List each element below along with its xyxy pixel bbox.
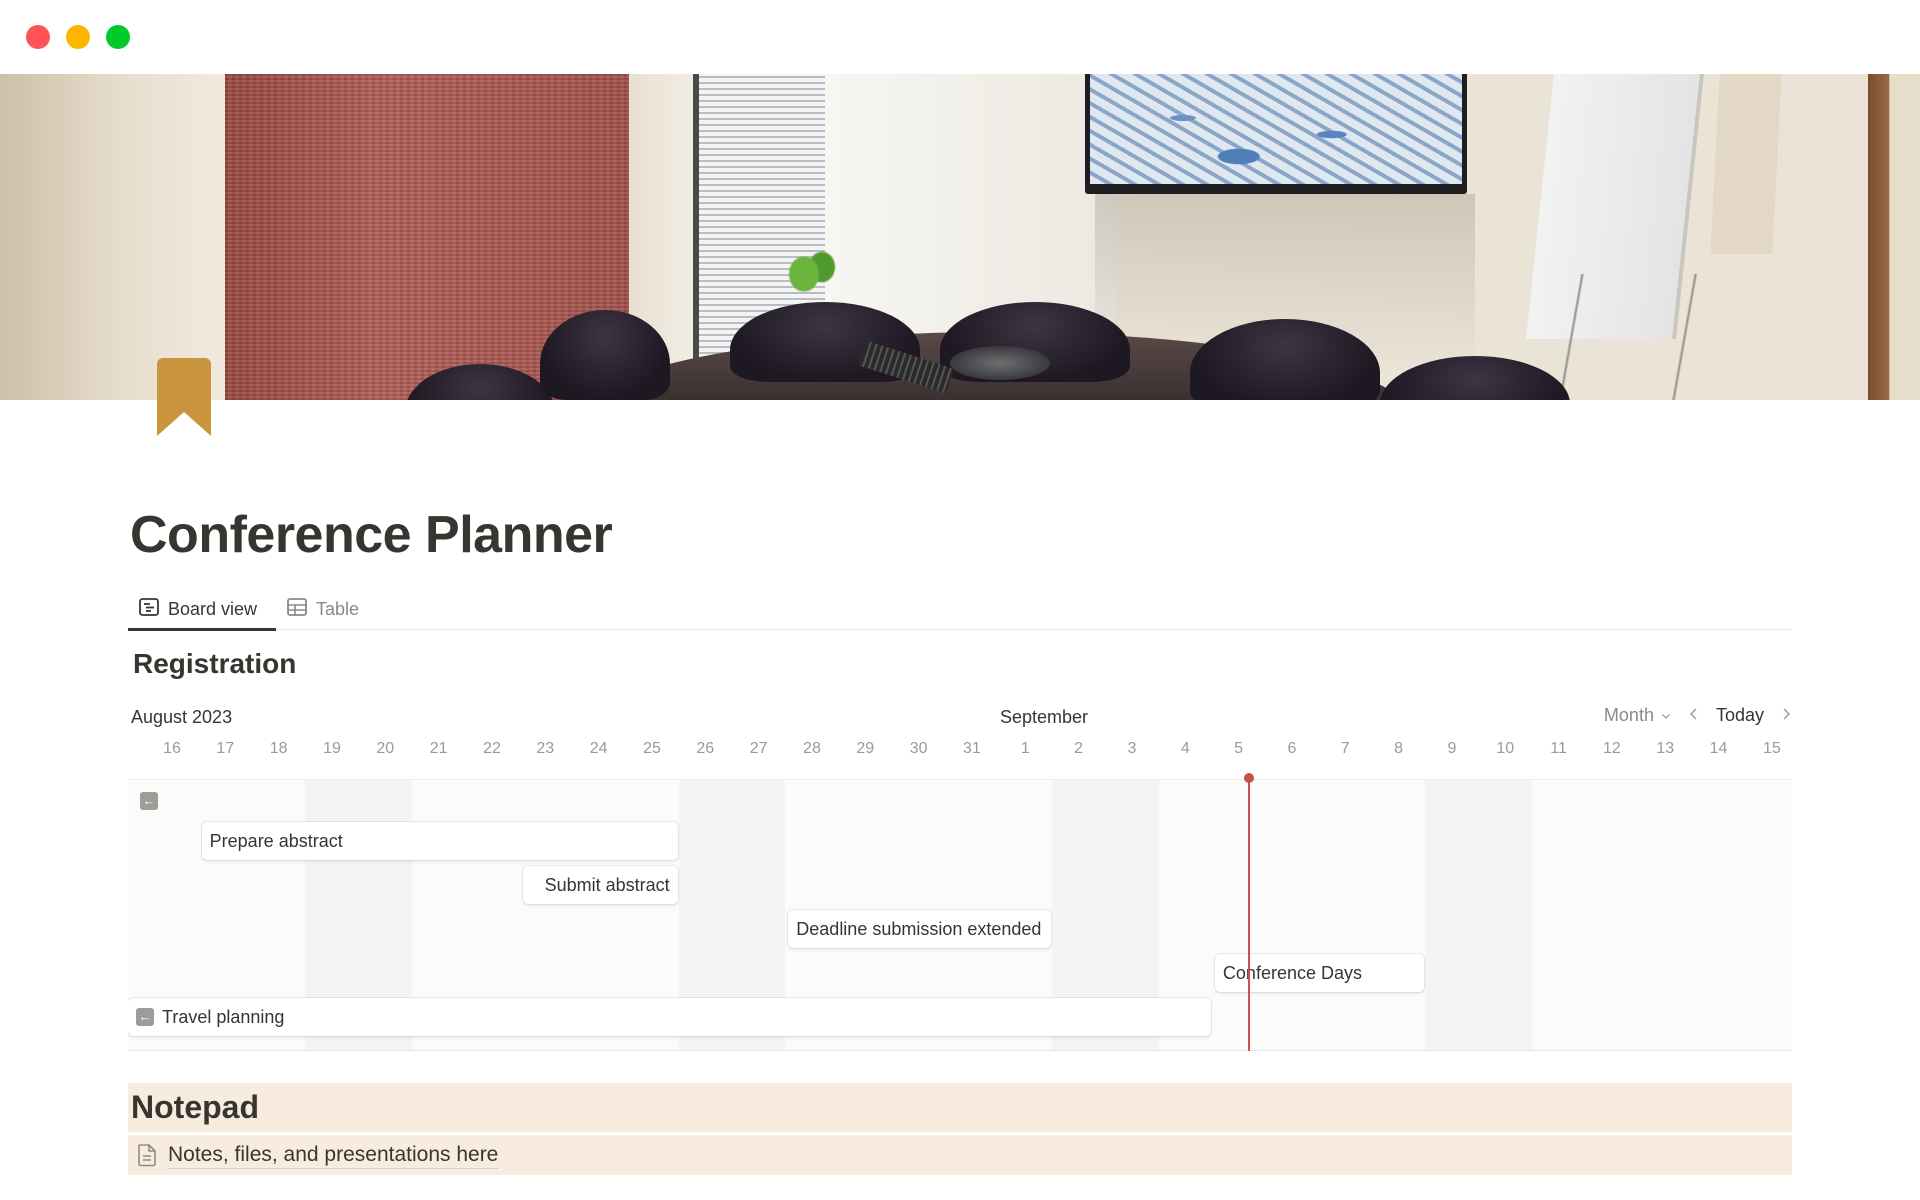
cover-tv-screen xyxy=(1090,74,1462,184)
day-label: 1 xyxy=(1020,740,1030,757)
tab-label: Table xyxy=(316,598,360,619)
notepad-item[interactable]: Notes, files, and presentations here xyxy=(128,1135,1792,1175)
chevron-right-icon xyxy=(1783,708,1791,720)
day-label: 31 xyxy=(963,740,981,757)
chevron-down-icon xyxy=(1661,713,1670,719)
day-label: 16 xyxy=(163,740,181,757)
day-label: 25 xyxy=(643,740,661,757)
day-label: 22 xyxy=(483,740,501,757)
timeline-scale-value: Month xyxy=(1603,705,1654,725)
day-label: 21 xyxy=(429,740,448,757)
day-label: 29 xyxy=(856,740,875,757)
event-label: Deadline submission extended xyxy=(796,918,1042,939)
day-label: 10 xyxy=(1496,740,1515,757)
timeline-event[interactable]: Conference Days xyxy=(1214,954,1425,992)
notepad-heading-block: Notepad xyxy=(128,1083,1792,1132)
day-label: 17 xyxy=(216,740,235,757)
day-label: 30 xyxy=(909,740,928,757)
table-icon xyxy=(286,596,308,623)
view-tabs: Board view Table xyxy=(128,588,1792,631)
timeline-body[interactable]: ← Prepare abstract Submit abstract Deadlin… xyxy=(128,779,1792,1051)
document-icon xyxy=(136,1143,158,1167)
timeline-title[interactable]: Registration xyxy=(133,648,296,680)
weekend-column xyxy=(1478,780,1532,1050)
day-label: 7 xyxy=(1340,740,1350,757)
day-label: 19 xyxy=(323,740,341,757)
minimize-window-button[interactable] xyxy=(66,25,90,49)
day-label: 5 xyxy=(1234,740,1244,757)
timeline-event[interactable]: Prepare abstract xyxy=(201,822,678,860)
maximize-window-button[interactable] xyxy=(106,25,130,49)
day-label: 20 xyxy=(376,740,395,757)
today-marker-line xyxy=(1248,779,1251,1051)
day-label: 2 xyxy=(1074,740,1084,757)
page-title[interactable]: Conference Planner xyxy=(130,505,613,565)
previous-period-button[interactable] xyxy=(1688,705,1700,726)
timeline-scale-select[interactable]: Month xyxy=(1604,705,1672,726)
cover-flipchart-legs xyxy=(1540,274,1720,400)
timeline-day-labels: 16 17 18 19 20 21 22 23 24 25 26 27 28 29 30 31 1 2 3 4 5 6 7 8… xyxy=(0,740,1920,770)
next-period-button[interactable] xyxy=(1780,705,1792,726)
scroll-to-earlier-arrow-icon[interactable]: ← xyxy=(140,792,158,810)
chevron-left-icon xyxy=(1689,708,1697,720)
cover-doorframe xyxy=(1868,74,1920,400)
timeline-month-label: August 2023 xyxy=(131,707,233,727)
cover-conference-phone xyxy=(950,346,1050,380)
bookmark-icon[interactable] xyxy=(157,358,211,436)
timeline-controls: Month Today xyxy=(1604,705,1792,726)
notepad-page-link[interactable]: Notes, files, and presentations here xyxy=(168,1142,499,1169)
event-label: Conference Days xyxy=(1222,962,1362,983)
window-titlebar xyxy=(0,0,1920,74)
timeline-event[interactable]: Deadline submission extended xyxy=(788,910,1051,948)
day-label: 12 xyxy=(1603,740,1621,757)
tab-table[interactable]: Table xyxy=(286,588,359,630)
event-label: Submit abstract xyxy=(544,874,670,895)
weekend-column xyxy=(1425,780,1479,1050)
cover-tv xyxy=(1085,74,1467,194)
page-cover-image[interactable] xyxy=(0,74,1920,400)
today-button[interactable]: Today xyxy=(1716,705,1764,726)
day-label: 23 xyxy=(536,740,555,757)
day-label: 8 xyxy=(1394,740,1404,757)
scroll-to-event-start-arrow-icon[interactable]: ← xyxy=(136,1008,154,1026)
day-label: 15 xyxy=(1762,740,1781,757)
event-label: Prepare abstract xyxy=(209,830,343,851)
day-label: 14 xyxy=(1709,740,1728,757)
day-label: 26 xyxy=(696,740,715,757)
tab-board-view[interactable]: Board view xyxy=(138,588,257,630)
cover-papers xyxy=(1710,74,1782,254)
timeline-month-label: September xyxy=(1000,707,1089,727)
board-icon xyxy=(138,596,160,623)
event-label: Travel planning xyxy=(162,1006,285,1027)
day-label: 13 xyxy=(1656,740,1675,757)
day-label: 18 xyxy=(269,740,288,757)
close-window-button[interactable] xyxy=(26,25,50,49)
timeline-event[interactable]: ← Travel planning xyxy=(128,998,1211,1036)
day-label: 3 xyxy=(1127,740,1137,757)
day-label: 4 xyxy=(1180,740,1190,757)
day-label: 6 xyxy=(1287,740,1297,757)
active-tab-indicator xyxy=(128,628,276,631)
day-label: 24 xyxy=(589,740,608,757)
timeline-event[interactable]: Submit abstract xyxy=(522,866,678,904)
tab-label: Board view xyxy=(168,598,258,619)
day-label: 11 xyxy=(1550,740,1567,757)
day-label: 9 xyxy=(1447,740,1457,757)
notepad-title[interactable]: Notepad xyxy=(131,1089,259,1126)
day-label: 28 xyxy=(803,740,821,757)
day-label: 27 xyxy=(749,740,768,757)
